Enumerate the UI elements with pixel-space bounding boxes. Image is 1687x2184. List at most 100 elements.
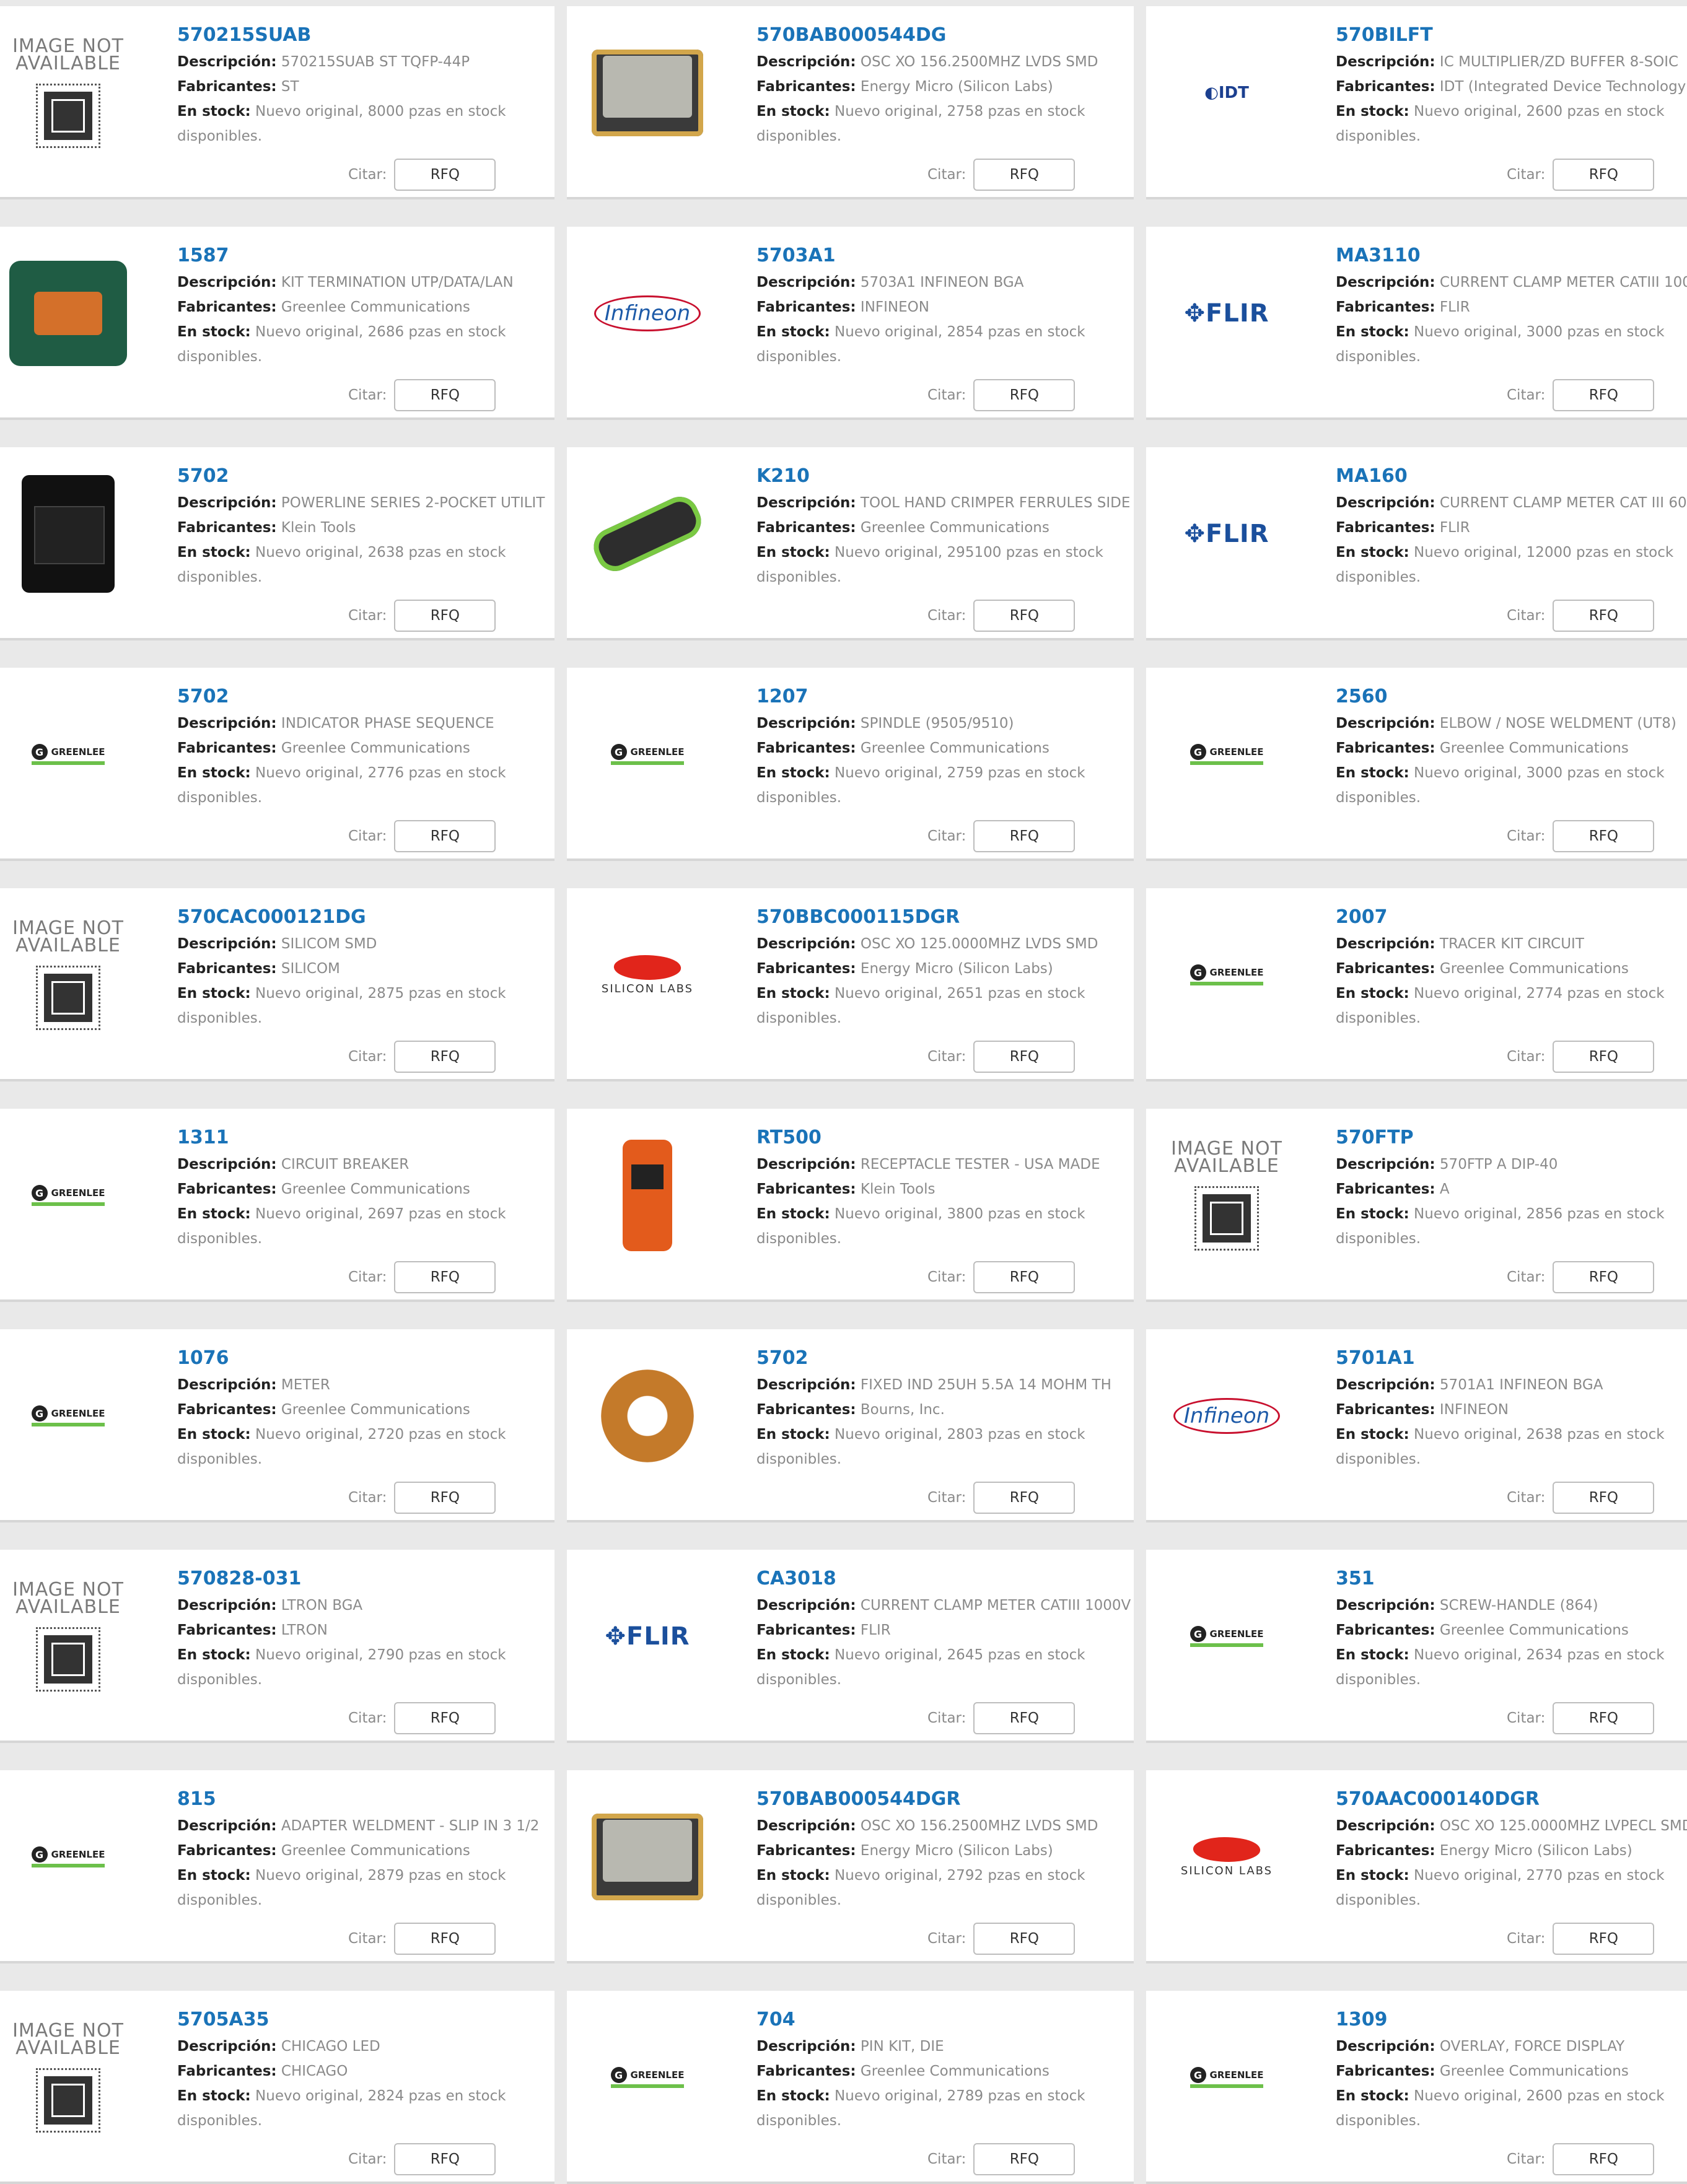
product-thumbnail[interactable]: IMAGE NOT AVAILABLE (1159, 1127, 1295, 1264)
product-thumbnail[interactable]: G GREENLEE (1159, 2009, 1295, 2146)
rfq-button[interactable]: RFQ (394, 1261, 496, 1293)
part-number-link[interactable]: 5703A1 (756, 244, 1128, 268)
rfq-button[interactable]: RFQ (1553, 1702, 1655, 1734)
stock-label: En stock: (177, 1867, 251, 1884)
part-number-link[interactable]: 570BILFT (1336, 24, 1687, 47)
rfq-button[interactable]: RFQ (1553, 159, 1655, 191)
rfq-button[interactable]: RFQ (973, 1702, 1076, 1734)
description-label: Descripción: (756, 1597, 856, 1614)
rfq-button[interactable]: RFQ (973, 600, 1076, 632)
rfq-button[interactable]: RFQ (973, 1923, 1076, 1955)
manufacturer-label: Fabricantes: (756, 1181, 856, 1197)
rfq-button[interactable]: RFQ (973, 1482, 1076, 1514)
rfq-button[interactable]: RFQ (973, 2143, 1076, 2175)
part-number-link[interactable]: 1207 (756, 685, 1128, 709)
part-number-link[interactable]: 704 (756, 2008, 1128, 2032)
product-thumbnail[interactable]: ✥FLIR (1159, 245, 1295, 382)
description-line: Descripción: CURRENT CLAMP METER CATIII … (756, 1593, 1131, 1618)
product-thumbnail[interactable]: ✥FLIR (1159, 466, 1295, 602)
product-thumbnail[interactable]: SILICON LABS (1159, 1789, 1295, 1925)
rfq-button[interactable]: RFQ (394, 600, 496, 632)
product-thumbnail[interactable] (0, 466, 136, 602)
rfq-button[interactable]: RFQ (394, 2143, 496, 2175)
description-line: Descripción: ELBOW / NOSE WELDMENT (UT8) (1336, 711, 1687, 736)
rfq-button[interactable]: RFQ (394, 1923, 496, 1955)
rfq-button[interactable]: RFQ (394, 379, 496, 411)
product-thumbnail[interactable]: G GREENLEE (1159, 907, 1295, 1043)
rfq-button[interactable]: RFQ (1553, 1041, 1655, 1073)
part-number-link[interactable]: 5701A1 (1336, 1347, 1687, 1370)
part-number-link[interactable]: 5702 (177, 685, 548, 709)
part-number-link[interactable]: 5702 (756, 1347, 1128, 1370)
quote-label: Citar: (1507, 1931, 1546, 1947)
rfq-button[interactable]: RFQ (1553, 1923, 1655, 1955)
rfq-button[interactable]: RFQ (973, 820, 1076, 852)
product-thumbnail[interactable]: Infineon (579, 245, 716, 382)
part-number-link[interactable]: 815 (177, 1788, 548, 1811)
description-line: Descripción: CURRENT CLAMP METER CAT III… (1336, 491, 1687, 515)
rfq-button[interactable]: RFQ (1553, 1261, 1655, 1293)
rfq-button[interactable]: RFQ (1553, 820, 1655, 852)
product-thumbnail[interactable]: Infineon (1159, 1348, 1295, 1484)
product-thumbnail[interactable]: G GREENLEE (1159, 1568, 1295, 1705)
part-number-link[interactable]: MA3110 (1336, 244, 1687, 268)
product-thumbnail[interactable]: IMAGE NOT AVAILABLE (0, 2009, 136, 2146)
rfq-button[interactable]: RFQ (973, 1261, 1076, 1293)
part-number-link[interactable]: 5702 (177, 465, 548, 488)
rfq-button[interactable]: RFQ (394, 1482, 496, 1514)
part-number-link[interactable]: MA160 (1336, 465, 1687, 488)
product-thumbnail[interactable]: G GREENLEE (0, 1789, 136, 1925)
description-label: Descripción: (756, 1156, 856, 1173)
part-number-link[interactable]: 1076 (177, 1347, 548, 1370)
part-number-link[interactable]: 2560 (1336, 685, 1687, 709)
product-thumbnail[interactable]: ✥FLIR (579, 1568, 716, 1705)
rfq-button[interactable]: RFQ (394, 820, 496, 852)
rfq-button[interactable]: RFQ (1553, 1482, 1655, 1514)
rfq-button[interactable]: RFQ (1553, 2143, 1655, 2175)
part-number-link[interactable]: 570BBC000115DGR (756, 906, 1128, 929)
rfq-button[interactable]: RFQ (394, 159, 496, 191)
product-thumbnail[interactable]: IMAGE NOT AVAILABLE (0, 25, 136, 161)
part-number-link[interactable]: 1311 (177, 1126, 548, 1150)
product-thumbnail[interactable]: SILICON LABS (579, 907, 716, 1043)
product-thumbnail[interactable]: G GREENLEE (579, 2009, 716, 2146)
part-number-link[interactable]: 1587 (177, 244, 548, 268)
part-number-link[interactable]: 2007 (1336, 906, 1687, 929)
part-number-link[interactable]: 570BAB000544DGR (756, 1788, 1128, 1811)
manufacturer-label: Fabricantes: (1336, 1402, 1435, 1418)
part-number-link[interactable]: 570215SUAB (177, 24, 548, 47)
part-number-link[interactable]: 5705A35 (177, 2008, 548, 2032)
product-thumbnail[interactable] (579, 1789, 716, 1925)
part-number-link[interactable]: RT500 (756, 1126, 1128, 1150)
rfq-button[interactable]: RFQ (394, 1702, 496, 1734)
product-thumbnail[interactable]: G GREENLEE (0, 686, 136, 823)
rfq-button[interactable]: RFQ (973, 159, 1076, 191)
part-number-link[interactable]: 570CAC000121DG (177, 906, 548, 929)
product-thumbnail[interactable] (579, 466, 716, 602)
part-number-link[interactable]: 570828-031 (177, 1567, 548, 1591)
part-number-link[interactable]: K210 (756, 465, 1128, 488)
part-number-link[interactable]: 570FTP (1336, 1126, 1687, 1150)
description-line: Descripción: TRACER KIT CIRCUIT (1336, 932, 1687, 956)
part-number-link[interactable]: CA3018 (756, 1567, 1128, 1591)
product-thumbnail[interactable]: G GREENLEE (0, 1127, 136, 1264)
rfq-button[interactable]: RFQ (973, 1041, 1076, 1073)
product-thumbnail[interactable]: IMAGE NOT AVAILABLE (0, 907, 136, 1043)
product-thumbnail[interactable] (0, 245, 136, 382)
part-number-link[interactable]: 351 (1336, 1567, 1687, 1591)
part-number-link[interactable]: 1309 (1336, 2008, 1687, 2032)
product-thumbnail[interactable] (579, 1127, 716, 1264)
product-thumbnail[interactable]: G GREENLEE (1159, 686, 1295, 823)
rfq-button[interactable]: RFQ (1553, 600, 1655, 632)
product-thumbnail[interactable]: ◐IDT (1159, 25, 1295, 161)
product-thumbnail[interactable]: G GREENLEE (0, 1348, 136, 1484)
product-thumbnail[interactable]: IMAGE NOT AVAILABLE (0, 1568, 136, 1705)
rfq-button[interactable]: RFQ (973, 379, 1076, 411)
part-number-link[interactable]: 570BAB000544DG (756, 24, 1128, 47)
part-number-link[interactable]: 570AAC000140DGR (1336, 1788, 1687, 1811)
product-thumbnail[interactable]: G GREENLEE (579, 686, 716, 823)
rfq-button[interactable]: RFQ (394, 1041, 496, 1073)
product-thumbnail[interactable] (579, 25, 716, 161)
rfq-button[interactable]: RFQ (1553, 379, 1655, 411)
product-thumbnail[interactable] (579, 1348, 716, 1484)
